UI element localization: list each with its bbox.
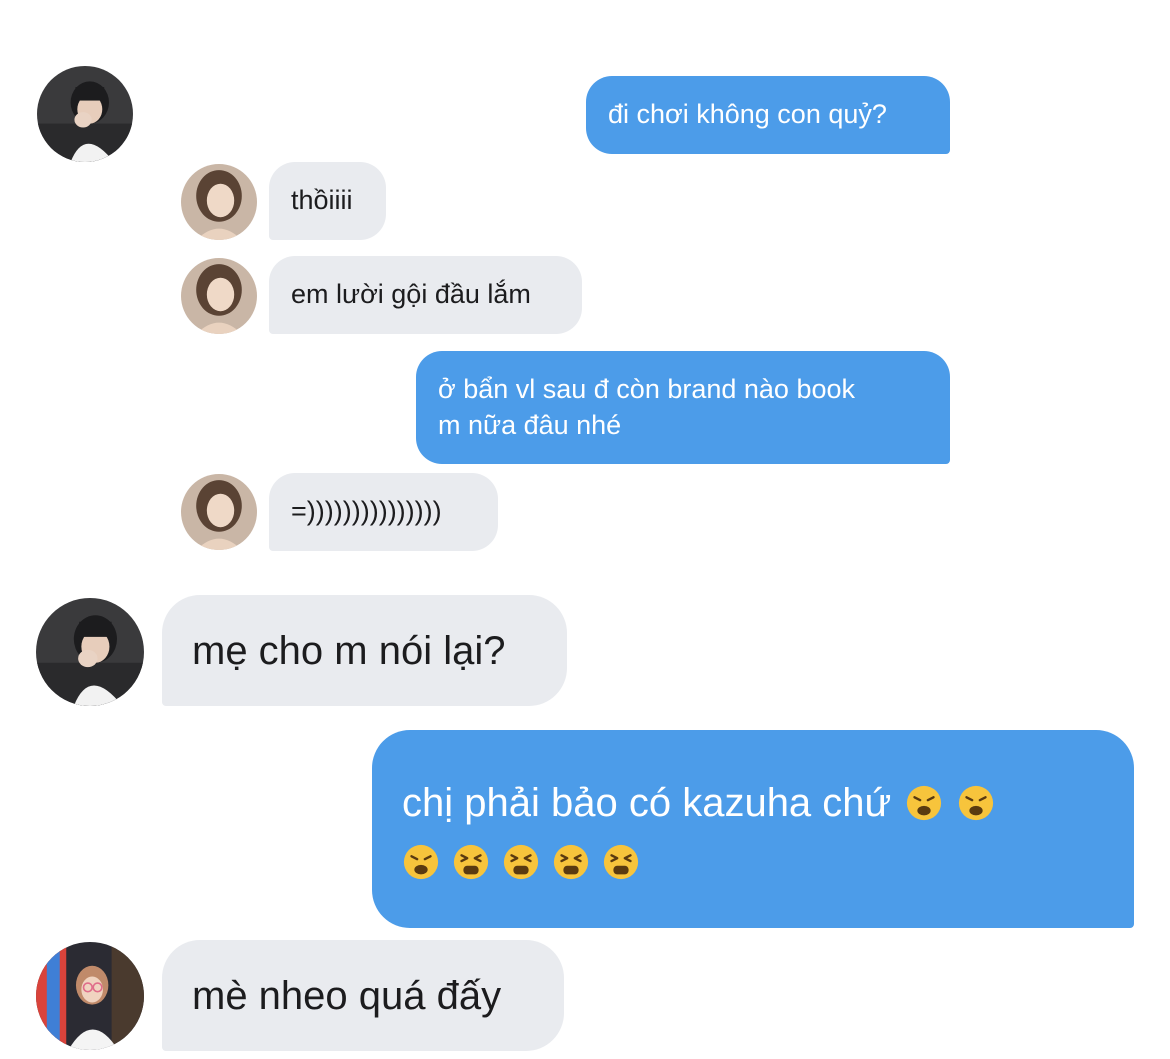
message-text: =)))))))))))))))	[291, 496, 442, 527]
weary-face-icon	[959, 785, 994, 821]
message-bubble-outgoing[interactable]: đi chơi không con quỷ?	[586, 76, 950, 154]
message-text: thồiiii	[291, 185, 353, 216]
message-text: mẹ cho m nói lại?	[192, 628, 506, 673]
weary-face-icon	[907, 785, 942, 821]
message-text-line-1: ở bẩn vl sau đ còn brand nào book	[438, 374, 855, 405]
avatar-photo-icon	[181, 474, 257, 550]
message-text: chị phải bảo có kazuha chứ	[402, 781, 892, 825]
avatar-photo-icon	[37, 66, 133, 162]
avatar-photo-icon	[36, 598, 144, 706]
message-bubble-incoming[interactable]: =)))))))))))))))	[269, 473, 498, 551]
message-bubble-outgoing[interactable]: ở bẩn vl sau đ còn brand nào book m nữa …	[416, 351, 950, 464]
message-text-line-2: m nữa đâu nhé	[438, 409, 622, 440]
avatar-photo-icon	[181, 258, 257, 334]
message-bubble-incoming[interactable]: thồiiii	[269, 162, 386, 240]
weary-face-icon	[403, 844, 439, 880]
tired-face-icon	[553, 844, 589, 880]
avatar-participant-a[interactable]	[36, 598, 144, 706]
avatar-participant-b[interactable]	[181, 164, 257, 240]
avatar-participant-b[interactable]	[181, 258, 257, 334]
avatar-participant-c[interactable]	[36, 942, 144, 1050]
avatar-participant-b[interactable]	[181, 474, 257, 550]
emoji-row	[402, 843, 640, 881]
avatar-photo-icon	[36, 942, 144, 1050]
tired-face-icon	[453, 844, 489, 880]
tired-face-icon	[503, 844, 539, 880]
message-bubble-outgoing[interactable]: chị phải bảo có kazuha chứ	[372, 730, 1134, 928]
avatar-participant-a[interactable]	[37, 66, 133, 162]
message-bubble-incoming[interactable]: mè nheo quá đấy	[162, 940, 564, 1051]
message-bubble-incoming[interactable]: mẹ cho m nói lại?	[162, 595, 567, 706]
message-text: em lười gội đầu lắm	[291, 279, 531, 310]
message-text: đi chơi không con quỷ?	[608, 99, 887, 130]
message-text: mè nheo quá đấy	[192, 973, 502, 1018]
chat-thread[interactable]: đi chơi không con quỷ? thồiiii em lười g…	[0, 0, 1170, 1059]
tired-face-icon	[603, 844, 639, 880]
avatar-photo-icon	[181, 164, 257, 240]
message-bubble-incoming[interactable]: em lười gội đầu lắm	[269, 256, 582, 334]
